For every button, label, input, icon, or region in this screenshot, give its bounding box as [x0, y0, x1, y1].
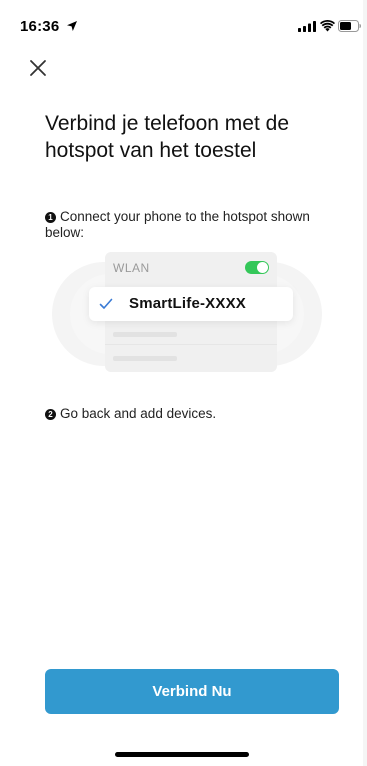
location-arrow-icon [67, 21, 77, 31]
connect-now-button[interactable]: Verbind Nu [45, 669, 339, 714]
status-time: 16:36 [20, 18, 60, 35]
hotspot-illustration: WLAN SmartLife-XXXX [52, 252, 322, 374]
step-2-bullet: 2 [45, 409, 56, 420]
home-indicator[interactable] [115, 752, 249, 757]
step-1: 1 Connect your phone to the hotspot shown… [45, 209, 345, 241]
wlan-toggle-icon [245, 261, 269, 274]
network-name: SmartLife-XXXX [129, 295, 246, 312]
checkmark-icon [99, 298, 113, 309]
placeholder-line [113, 332, 177, 337]
step-2: 2 Go back and add devices. [45, 406, 345, 422]
step-1-text: Connect your phone to the hotspot shown … [45, 209, 310, 240]
step-2-text: Go back and add devices. [60, 406, 217, 421]
wlan-label: WLAN [113, 261, 150, 275]
page-title: Verbind je telefoon met de hotspot van h… [45, 112, 290, 162]
cellular-signal-icon [298, 21, 316, 32]
step-1-bullet: 1 [45, 212, 56, 223]
close-icon[interactable] [26, 56, 50, 80]
toggle-knob [257, 262, 268, 273]
placeholder-line [113, 356, 177, 361]
network-row: SmartLife-XXXX [89, 287, 293, 321]
wifi-icon [320, 20, 335, 32]
status-bar: 16:36 [0, 0, 363, 44]
battery-icon [338, 20, 361, 32]
card-divider [105, 344, 277, 345]
screen: 16:36 Verbind je telefoon met de hotspot… [0, 0, 363, 766]
